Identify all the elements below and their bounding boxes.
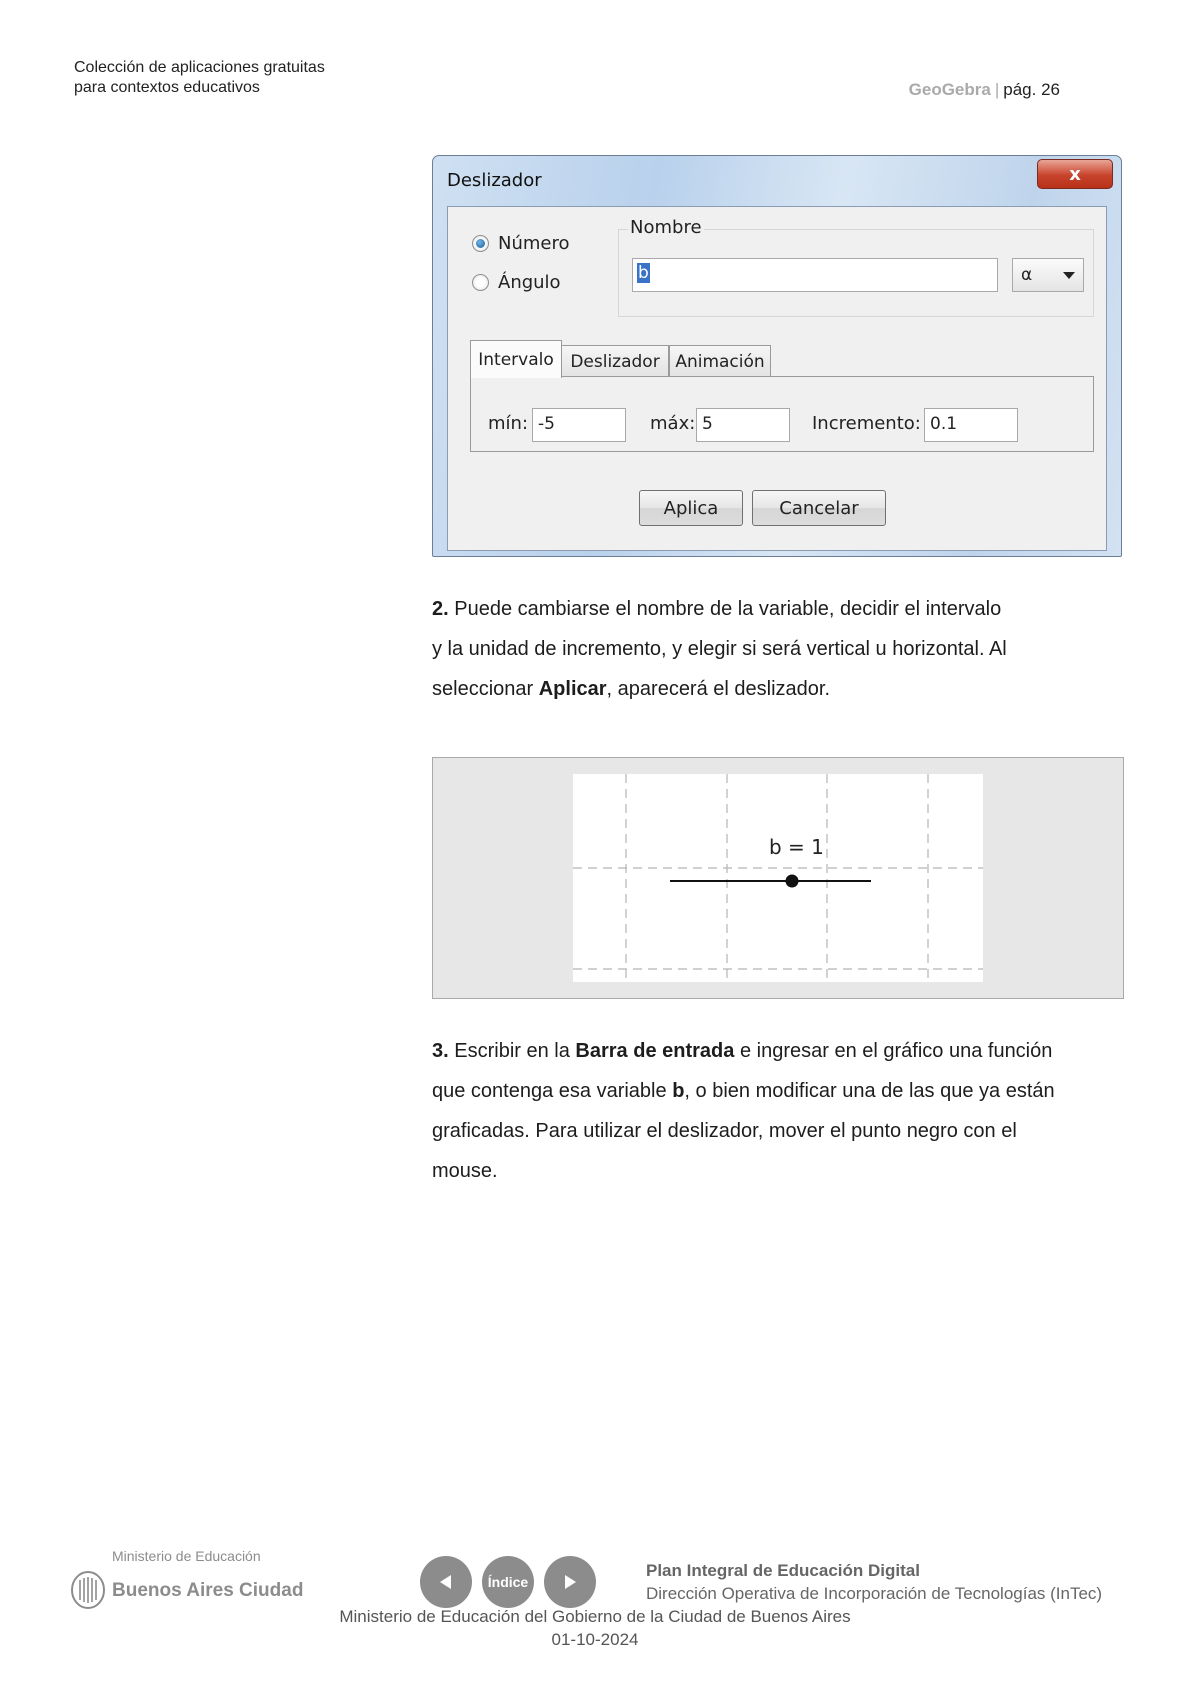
arrow-right-icon [565,1575,576,1589]
step-2-text-d: , aparecerá el deslizador. [606,678,831,700]
dialog-body: Número Ángulo Nombre b α Intervalo Desli… [447,206,1107,551]
step-3-b1: Barra de entrada [575,1040,735,1062]
publication-date: 01-10-2024 [551,1630,639,1649]
max-label: máx: [650,413,696,434]
increment-input[interactable]: 0.1 [924,408,1018,442]
radio-angle-label: Ángulo [498,272,561,293]
increment-label: Incremento: [812,413,921,434]
step-3-t5: graficadas. Para utilizar el deslizador,… [432,1120,1017,1142]
grid-lines [573,774,983,982]
close-button[interactable]: x [1037,159,1113,189]
step-2-text-a: Puede cambiarse el nombre de la variable… [454,598,1002,620]
min-input[interactable]: -5 [532,408,626,442]
step-2-bold: Aplicar [538,678,607,700]
collection-line-1: Colección de aplicaciones gratuitas [74,59,325,76]
step-3-t1: Escribir en la [454,1040,570,1062]
direction-name: Dirección Operativa de Incorporación de … [646,1584,1103,1603]
page-header: GeoGebra | pág. 26 [909,80,1060,100]
close-icon: x [1069,163,1081,185]
radio-unselected-icon [472,274,489,291]
previous-page-button[interactable] [420,1556,472,1608]
slider-graphic: b = 1 [573,774,983,982]
greek-letter-value: α [1021,265,1033,285]
arrow-left-icon [440,1575,451,1589]
graphics-view: b = 1 [573,774,983,982]
collection-title: Colección de aplicaciones gratuitas para… [74,58,325,98]
ministry-full: Ministerio de Educación del Gobierno de … [339,1607,851,1626]
chevron-down-icon [1063,271,1075,279]
header-separator: | [994,80,1000,99]
radio-number-option[interactable]: Número [472,233,570,254]
next-page-button[interactable] [544,1556,596,1608]
radio-selected-icon [472,235,489,252]
slider-label: b = 1 [769,835,824,859]
tab-animacion[interactable]: Animación [669,345,771,377]
plan-title: Plan Integral de Educación Digital [646,1561,920,1580]
city-seal-icon [71,1571,105,1609]
name-input-value: b [637,263,650,283]
step-3-t2: e ingresar en el gráfico una función [739,1040,1053,1062]
page-number: pág. 26 [1003,80,1060,99]
step-2-text-c: seleccionar [432,678,534,700]
radio-number-label: Número [498,233,570,254]
step-3-number: 3. [432,1040,449,1062]
apply-button[interactable]: Aplica [639,490,743,526]
step-3-paragraph: 3. Escribir en la Barra de entrada e ing… [432,1031,1132,1191]
max-input[interactable]: 5 [696,408,790,442]
city-logo-text: Buenos Aires Ciudad [112,1580,304,1601]
slider-figure: b = 1 [432,757,1124,999]
step-3-b2: b [672,1080,685,1102]
slider-point[interactable] [785,874,799,888]
radio-angle-option[interactable]: Ángulo [472,272,561,293]
step-2-paragraph: 2. Puede cambiarse el nombre de la varia… [432,589,1132,709]
slider-dialog: Deslizador x Número Ángulo Nombre b α In… [432,155,1122,557]
step-3-t6: mouse. [432,1160,498,1182]
step-2-text-b: y la unidad de incremento, y elegir si s… [432,638,1007,660]
greek-letter-select[interactable]: α [1012,258,1084,292]
step-3-t3: que contenga esa variable [432,1080,667,1102]
step-3-t4: , o bien modificar una de las que ya est… [684,1080,1055,1102]
tab-deslizador[interactable]: Deslizador [561,345,669,377]
app-name: GeoGebra [908,80,991,99]
name-legend: Nombre [628,217,704,238]
dialog-title: Deslizador [447,170,542,191]
collection-line-2: para contextos educativos [74,79,260,96]
cancel-button[interactable]: Cancelar [752,490,886,526]
step-2-number: 2. [432,598,449,620]
name-input[interactable]: b [632,258,998,292]
ministry-small: Ministerio de Educación [112,1548,261,1564]
min-label: mín: [488,413,529,434]
tab-intervalo[interactable]: Intervalo [470,340,562,378]
index-label: Índice [487,1574,529,1590]
index-button[interactable]: Índice [482,1556,534,1608]
